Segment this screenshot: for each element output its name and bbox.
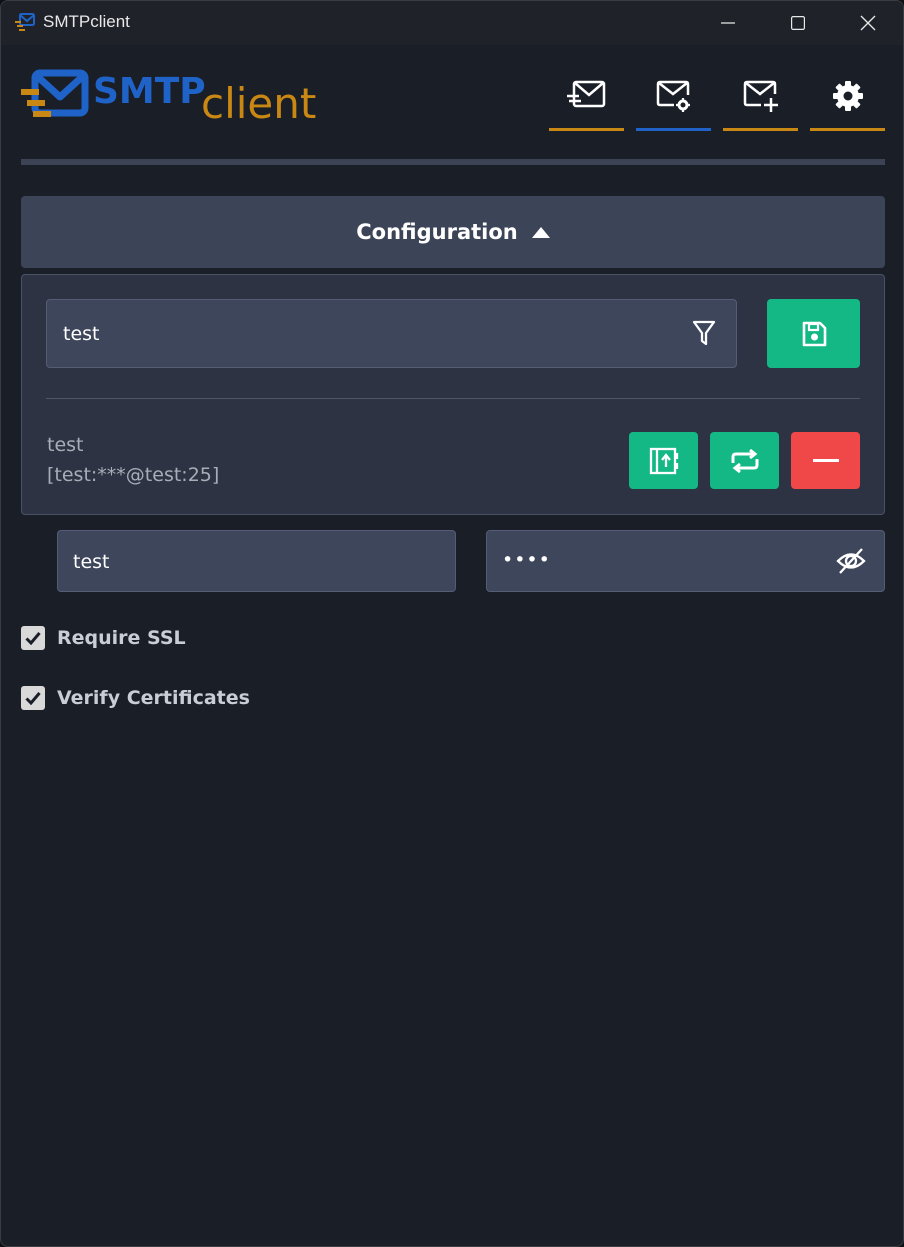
logo-text-smtp: SMTP: [93, 71, 206, 112]
checkmark-icon: [25, 692, 41, 705]
app-logo-icon: [15, 13, 35, 31]
configuration-toggle[interactable]: Configuration: [21, 196, 885, 268]
filter-icon[interactable]: [692, 320, 716, 346]
nav-settings-button[interactable]: [810, 69, 885, 131]
load-config-button[interactable]: [629, 432, 698, 489]
require-ssl-label: Require SSL: [57, 627, 186, 649]
header-divider: [21, 159, 885, 165]
close-icon: [860, 15, 876, 31]
nav-underline: [723, 128, 798, 131]
filter-input-value: test: [63, 323, 100, 345]
swap-config-button[interactable]: [710, 432, 779, 489]
username-value: test: [73, 551, 110, 573]
saved-config-detail: [test:***@test:25]: [47, 464, 220, 486]
nav-send-button[interactable]: [549, 69, 624, 131]
logo-text-client: client: [201, 79, 317, 128]
eye-slash-icon[interactable]: [836, 547, 866, 575]
verify-certificates-checkbox[interactable]: [21, 686, 45, 710]
mail-settings-icon: [656, 80, 690, 112]
require-ssl-checkbox[interactable]: [21, 626, 45, 650]
window-title: SMTPclient: [43, 12, 130, 31]
checkmark-icon: [25, 632, 41, 645]
verify-certificates-option[interactable]: Verify Certificates: [21, 685, 250, 711]
caret-up-icon: [531, 226, 550, 238]
gear-icon: [832, 81, 863, 111]
maximize-button[interactable]: [767, 1, 829, 45]
panel-divider: [46, 398, 860, 399]
minimize-icon: [721, 22, 735, 24]
password-value: ••••: [502, 549, 551, 571]
nav-mail-settings-button[interactable]: [636, 69, 711, 131]
title-bar[interactable]: SMTPclient: [1, 1, 903, 45]
username-field[interactable]: test: [57, 530, 456, 592]
mail-add-icon: [743, 80, 778, 112]
nav-mail-add-button[interactable]: [723, 69, 798, 131]
save-icon: [802, 321, 826, 346]
maximize-icon: [791, 16, 805, 30]
filter-input[interactable]: test: [46, 299, 737, 368]
minimize-button[interactable]: [697, 1, 759, 45]
configuration-title: Configuration: [356, 220, 518, 244]
nav-underline: [549, 128, 624, 131]
nav-underline-active: [636, 128, 711, 131]
save-button[interactable]: [767, 299, 860, 368]
nav-underline: [810, 128, 885, 131]
swap-icon: [731, 448, 758, 473]
app-window: SMTPclient SMTP client Configuration tes…: [0, 0, 904, 1247]
send-mail-icon: [566, 80, 605, 108]
verify-certificates-label: Verify Certificates: [57, 687, 250, 709]
saved-config-name: test: [47, 434, 84, 456]
require-ssl-option[interactable]: Require SSL: [21, 625, 186, 651]
load-icon: [649, 447, 678, 474]
remove-config-button[interactable]: [791, 432, 860, 489]
configuration-panel: test test [test:***@test:25]: [21, 274, 885, 515]
minus-icon: [812, 458, 839, 462]
password-field[interactable]: ••••: [486, 530, 885, 592]
close-button[interactable]: [837, 1, 899, 45]
